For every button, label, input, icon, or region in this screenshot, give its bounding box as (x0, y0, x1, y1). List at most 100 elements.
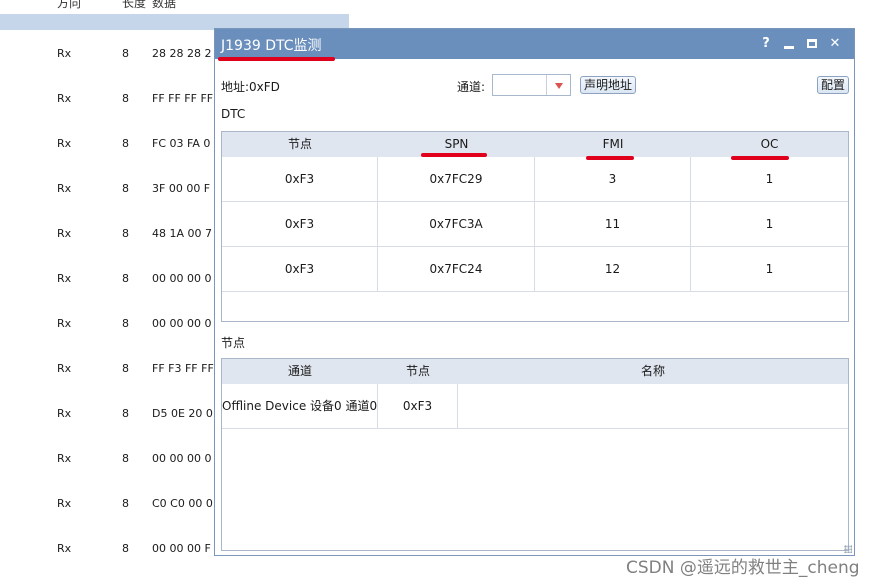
message-direction: Rx (57, 497, 72, 510)
watermark: CSDN @遥远的救世主_cheng (626, 558, 860, 578)
message-row[interactable]: Rx 8 FC 03 FA 0 (0, 137, 220, 157)
dtc-cell-node: 0xF3 (222, 157, 378, 202)
dtc-cell-fmi: 11 (535, 202, 691, 247)
dtc-table-header: 节点 SPN FMI OC (222, 132, 848, 157)
node-col-name[interactable]: 名称 (458, 359, 848, 384)
message-direction: Rx (57, 452, 72, 465)
node-cell-channel: Offline Device 设备0 通道0 (222, 384, 378, 429)
message-direction: Rx (57, 227, 72, 240)
dtc-cell-node: 0xF3 (222, 247, 378, 292)
resize-grip[interactable] (844, 545, 852, 553)
message-data: 48 1A 00 7 (152, 227, 213, 240)
message-data: FF FF FF FF (152, 92, 214, 105)
message-row[interactable]: Rx 8 00 00 00 0 (0, 317, 220, 337)
node-cell-name (458, 384, 848, 429)
column-header-direction: 方向 (57, 0, 82, 10)
annotation-underline-title (218, 57, 335, 61)
close-button[interactable]: ✕ (827, 36, 843, 52)
message-length: 8 (122, 542, 129, 555)
message-length: 8 (122, 272, 129, 285)
maximize-icon (807, 39, 817, 48)
annotation-underline-fmi (586, 156, 634, 160)
message-direction: Rx (57, 542, 72, 555)
message-list-header: 方向 长度 数据 (0, 0, 220, 14)
node-section-label: 节点 (221, 336, 246, 350)
dtc-cell-spn: 0x7FC29 (378, 157, 535, 202)
message-direction: Rx (57, 362, 72, 375)
message-direction: Rx (57, 407, 72, 420)
dtc-cell-spn: 0x7FC3A (378, 202, 535, 247)
dtc-col-node[interactable]: 节点 (222, 132, 378, 157)
column-header-length: 长度 (122, 0, 147, 10)
minimize-button[interactable] (781, 36, 797, 52)
node-cell-node: 0xF3 (378, 384, 458, 429)
dtc-table-row[interactable]: 0xF3 0x7FC29 3 1 (222, 157, 848, 202)
message-row[interactable]: Rx 8 3F 00 00 F (0, 182, 220, 202)
message-row[interactable]: Rx 8 FF F3 FF FF (0, 362, 220, 382)
channel-label: 通道: (457, 80, 486, 94)
message-data: FC 03 FA 0 (152, 137, 211, 150)
dtc-table-row[interactable]: 0xF3 0x7FC3A 11 1 (222, 202, 848, 247)
message-direction: Rx (57, 47, 72, 60)
maximize-button[interactable] (804, 36, 820, 52)
message-length: 8 (122, 317, 129, 330)
message-direction: Rx (57, 137, 72, 150)
config-button[interactable]: 配置 (817, 76, 850, 94)
dtc-cell-node: 0xF3 (222, 202, 378, 247)
annotation-underline-oc (731, 156, 789, 160)
message-data: FF F3 FF FF (152, 362, 214, 375)
dtc-cell-oc: 1 (691, 157, 848, 202)
message-length: 8 (122, 92, 129, 105)
message-data: 00 00 00 0 (152, 452, 212, 465)
message-data: D5 0E 20 0 (152, 407, 213, 420)
annotation-underline-spn (421, 153, 487, 157)
dtc-cell-fmi: 12 (535, 247, 691, 292)
dtc-cell-oc: 1 (691, 202, 848, 247)
message-direction: Rx (57, 272, 72, 285)
message-direction: Rx (57, 182, 72, 195)
message-data: 00 00 00 0 (152, 317, 212, 330)
message-length: 8 (122, 497, 129, 510)
node-col-channel[interactable]: 通道 (222, 359, 378, 384)
message-row[interactable]: Rx 8 00 00 00 F (0, 542, 220, 562)
dtc-col-oc[interactable]: OC (691, 132, 848, 157)
dtc-cell-oc: 1 (691, 247, 848, 292)
message-length: 8 (122, 407, 129, 420)
message-data: 28 28 28 2 (152, 47, 212, 60)
dialog-titlebar[interactable]: J1939 DTC监测 ? ✕ (215, 29, 854, 59)
message-row[interactable]: Rx 8 00 00 00 0 (0, 272, 220, 292)
message-row[interactable]: Rx 8 C0 C0 00 0 (0, 497, 220, 517)
node-col-node[interactable]: 节点 (378, 359, 458, 384)
minimize-icon (784, 46, 794, 49)
message-length: 8 (122, 182, 129, 195)
declare-address-button[interactable]: 声明地址 (580, 76, 637, 94)
message-length: 8 (122, 137, 129, 150)
dtc-cell-spn: 0x7FC24 (378, 247, 535, 292)
dtc-cell-fmi: 3 (535, 157, 691, 202)
message-data: C0 C0 00 0 (152, 497, 213, 510)
message-data: 00 00 00 F (152, 542, 211, 555)
message-data: 3F 00 00 F (152, 182, 211, 195)
chevron-down-icon[interactable] (546, 75, 570, 95)
dialog-title: J1939 DTC监测 (221, 38, 322, 54)
column-header-data: 数据 (152, 0, 177, 10)
message-row[interactable]: Rx 8 FF FF FF FF (0, 92, 220, 112)
message-length: 8 (122, 452, 129, 465)
message-row[interactable]: Rx 8 28 28 28 2 (0, 47, 220, 67)
dtc-col-fmi[interactable]: FMI (535, 132, 691, 157)
help-button[interactable]: ? (758, 36, 774, 52)
message-length: 8 (122, 47, 129, 60)
message-row[interactable]: Rx 8 D5 0E 20 0 (0, 407, 220, 427)
dtc-monitor-dialog: J1939 DTC监测 ? ✕ 地址:0xFD 通道: 声明地址 配置 DTC … (214, 28, 855, 556)
dtc-table-row[interactable]: 0xF3 0x7FC24 12 1 (222, 247, 848, 292)
node-table-row[interactable]: Offline Device 设备0 通道0 0xF3 (222, 384, 848, 429)
dtc-section-label: DTC (221, 107, 246, 121)
message-row[interactable]: Rx 8 48 1A 00 7 (0, 227, 220, 247)
message-length: 8 (122, 362, 129, 375)
address-label: 地址:0xFD (221, 80, 280, 94)
message-data: 00 00 00 0 (152, 272, 212, 285)
channel-select[interactable] (492, 74, 571, 96)
message-length: 8 (122, 227, 129, 240)
node-table-header: 通道 节点 名称 (222, 359, 848, 384)
message-row[interactable]: Rx 8 00 00 00 0 (0, 452, 220, 472)
